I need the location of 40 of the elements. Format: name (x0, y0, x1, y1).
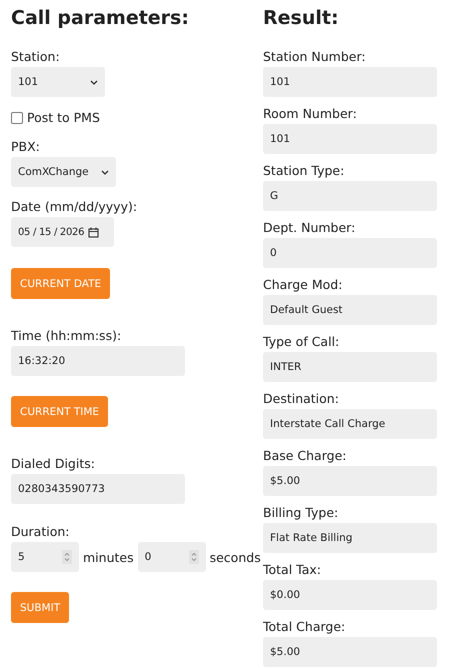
field-label: Destination: (263, 391, 339, 406)
date-field[interactable]: 05 / 15 / 2026 (11, 217, 114, 247)
result-field: 101 (263, 124, 437, 154)
result-field: $5.00 (263, 637, 437, 667)
field-label: Time (hh:mm:ss): (11, 328, 122, 343)
result-field: 0 (263, 238, 437, 268)
result-field: Flat Rate Billing (263, 523, 437, 553)
station-select[interactable]: 101 (11, 67, 105, 97)
field-label: Dept. Number: (263, 220, 356, 235)
checkbox-label: Post to PMS (27, 110, 100, 125)
result-field: Interstate Call Charge (263, 409, 437, 439)
dialed-digits-field[interactable]: 0280343590773 (11, 474, 185, 504)
field-label: Charge Mod: (263, 277, 342, 292)
pbx-select[interactable]: ComXChange (11, 157, 116, 187)
field-label: Total Tax: (263, 562, 322, 577)
result-field: INTER (263, 352, 437, 382)
result-field: 101 (263, 67, 437, 97)
field-label: Station: (11, 49, 60, 64)
seconds-field[interactable]: 0 (138, 542, 206, 572)
field-label: Station Type: (263, 163, 344, 178)
field-label: Date (mm/dd/yyyy): (11, 199, 138, 214)
section-title: Result: (263, 6, 339, 30)
field-label: PBX: (11, 139, 40, 154)
unit-label: seconds (210, 550, 261, 564)
field-label: Base Charge: (263, 448, 346, 463)
unit-label: minutes (83, 550, 134, 564)
field-label: Room Number: (263, 106, 357, 121)
result-field: $0.00 (263, 580, 437, 610)
result-field: $5.00 (263, 466, 437, 496)
field-label: Billing Type: (263, 505, 338, 520)
result-field: Default Guest (263, 295, 437, 325)
field-label: Dialed Digits: (11, 456, 95, 471)
field-label: Type of Call: (263, 334, 340, 349)
field-label: Total Charge: (263, 619, 346, 634)
field-label: Duration: (11, 524, 70, 539)
result-field: G (263, 181, 437, 211)
minutes-field[interactable]: 5 (11, 542, 79, 572)
field-label: Station Number: (263, 49, 366, 64)
time-field[interactable]: 16:32:20 (11, 346, 185, 376)
section-title: Call parameters: (11, 6, 189, 30)
